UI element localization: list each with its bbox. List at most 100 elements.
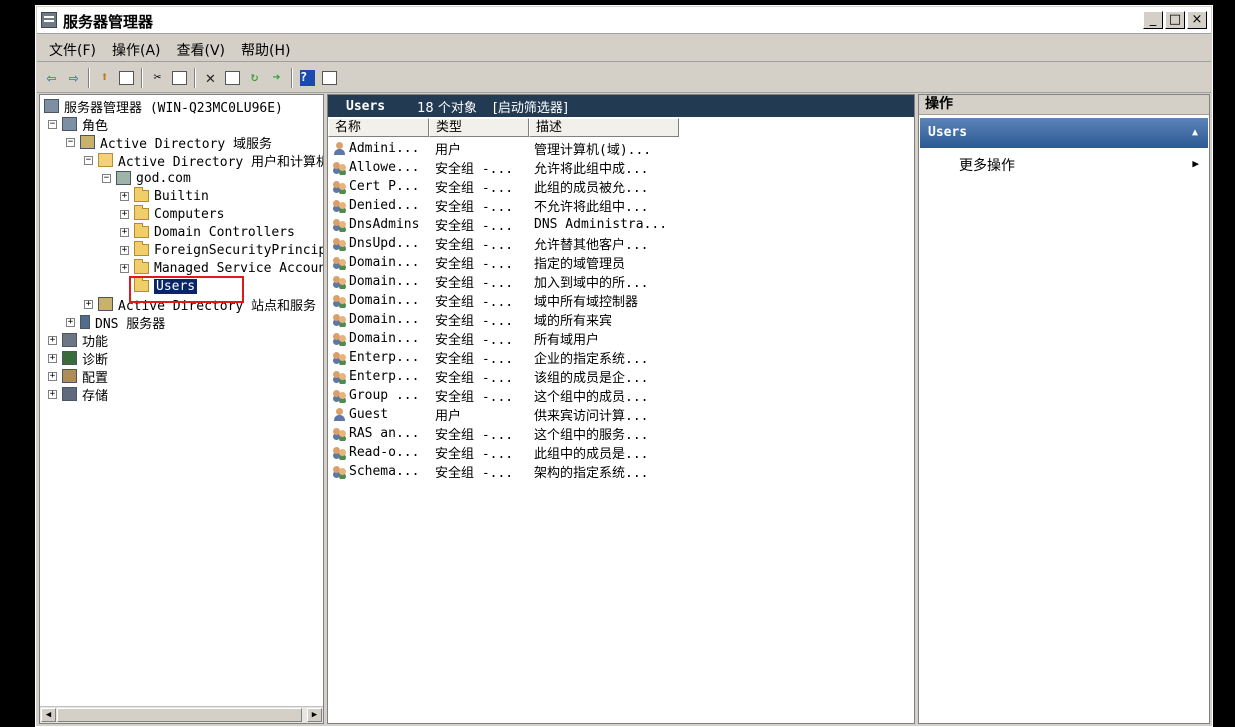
collapse-up-icon[interactable]: ▲ — [1192, 118, 1198, 148]
collapse-icon[interactable]: − — [66, 137, 75, 147]
delete-icon[interactable]: ✕ — [201, 68, 220, 87]
list-cell-name: Allowe... — [328, 160, 429, 175]
list-item[interactable]: Schema... 安全组 -... 架构的指定系统... — [328, 462, 679, 481]
close-button[interactable]: × — [1187, 11, 1207, 29]
console-tree-icon[interactable] — [320, 68, 339, 87]
collapse-icon[interactable]: − — [102, 173, 111, 183]
list-item-type: 安全组 -... — [435, 314, 514, 329]
expand-icon[interactable]: + — [84, 299, 93, 309]
menu-view[interactable]: 查看(V) — [171, 36, 232, 61]
list-item[interactable]: Enterp... 安全组 -... 该组的成员是企... — [328, 367, 679, 386]
list-item-name: RAS an... — [349, 426, 420, 441]
tree-item-dns[interactable]: + DNS 服务器 — [66, 313, 165, 332]
show-hide-tree-icon[interactable] — [117, 68, 136, 87]
column-name[interactable]: 名称 — [328, 118, 429, 137]
expand-icon[interactable]: + — [120, 191, 129, 201]
column-description[interactable]: 描述 — [529, 118, 679, 137]
help-icon[interactable]: ? — [298, 68, 317, 87]
toolbar-separator — [194, 67, 196, 88]
group-icon — [333, 180, 347, 193]
tree-item-foreign-security-principals[interactable]: + ForeignSecurityPrincipals — [120, 241, 323, 259]
list-item-name: Denied... — [349, 198, 420, 213]
expand-icon[interactable]: + — [120, 227, 129, 237]
results-header: Users 18 个对象 [启动筛选器] — [328, 95, 914, 117]
list-item[interactable]: DnsAdmins 安全组 -... DNS Administra... — [328, 215, 679, 234]
tree-item-adds[interactable]: − Active Directory 域服务 — [66, 133, 272, 152]
group-icon — [333, 237, 347, 250]
scroll-right-icon[interactable]: ▶ — [307, 708, 322, 722]
tree-item-domain[interactable]: − god.com — [102, 169, 191, 187]
folder-icon — [134, 259, 149, 274]
list-item-description: 这个组中的服务... — [534, 428, 649, 443]
expand-icon[interactable]: + — [48, 389, 57, 399]
list-item[interactable]: Enterp... 安全组 -... 企业的指定系统... — [328, 348, 679, 367]
scrollbar-thumb[interactable] — [57, 708, 302, 722]
export-icon[interactable]: ➔ — [267, 68, 286, 87]
list-item-type: 安全组 -... — [435, 447, 514, 462]
tree-item-storage[interactable]: + 存储 — [48, 385, 108, 404]
group-icon — [333, 275, 347, 288]
collapse-icon[interactable]: − — [84, 155, 93, 165]
tree-item-aduc[interactable]: − Active Directory 用户和计算机 — [84, 151, 323, 170]
list-item[interactable]: Group ... 安全组 -... 这个组中的成员... — [328, 386, 679, 405]
list-item[interactable]: Domain... 安全组 -... 加入到域中的所... — [328, 272, 679, 291]
actions-section-users[interactable]: Users ▲ — [920, 118, 1208, 148]
list-item[interactable]: RAS an... 安全组 -... 这个组中的服务... — [328, 424, 679, 443]
menu-file[interactable]: 文件(F) — [43, 36, 102, 61]
list-item[interactable]: DnsUpd... 安全组 -... 允许替其他客户... — [328, 234, 679, 253]
tree-item-builtin[interactable]: + Builtin — [120, 187, 209, 205]
expand-icon[interactable]: + — [48, 371, 57, 381]
back-icon[interactable]: ⇦ — [42, 68, 61, 87]
tree-item-computers[interactable]: + Computers — [120, 205, 224, 223]
properties-icon[interactable] — [223, 68, 242, 87]
list-item[interactable]: Domain... 安全组 -... 所有域用户 — [328, 329, 679, 348]
collapse-icon[interactable]: − — [48, 119, 57, 129]
up-icon[interactable]: ⬆ — [95, 68, 114, 87]
maximize-button[interactable]: □ — [1165, 11, 1185, 29]
scroll-left-icon[interactable]: ◀ — [41, 708, 56, 722]
tree-item-diagnostics[interactable]: + 诊断 — [48, 349, 108, 368]
column-type[interactable]: 类型 — [429, 118, 529, 137]
list-item-type: 安全组 -... — [435, 390, 514, 405]
tree-item-configuration[interactable]: + 配置 — [48, 367, 108, 386]
list-item[interactable]: Domain... 安全组 -... 指定的域管理员 — [328, 253, 679, 272]
horizontal-scrollbar[interactable]: ◀ ▶ — [40, 706, 323, 723]
forward-icon[interactable]: ⇨ — [64, 68, 83, 87]
expand-icon[interactable]: + — [120, 263, 129, 273]
list-item[interactable]: Cert P... 安全组 -... 此组的成员被允... — [328, 177, 679, 196]
list-item-type: 安全组 -... — [435, 219, 514, 234]
list-item-description: 域的所有来宾 — [534, 314, 613, 329]
console-tree[interactable]: 服务器管理器 (WIN-Q23MC0LU96E) − 角色 − Active D… — [39, 94, 324, 724]
minimize-button[interactable]: _ — [1143, 11, 1163, 29]
tree-item-roles[interactable]: − 角色 — [48, 115, 108, 134]
list-cell-name: Domain... — [328, 293, 429, 308]
expand-icon[interactable]: + — [48, 335, 57, 345]
list-item[interactable]: Domain... 安全组 -... 域中所有域控制器 — [328, 291, 679, 310]
tree-item-features[interactable]: + 功能 — [48, 331, 108, 350]
list-item[interactable]: Denied... 安全组 -... 不允许将此组中... — [328, 196, 679, 215]
expand-icon[interactable]: + — [120, 209, 129, 219]
menu-help[interactable]: 帮助(H) — [235, 36, 296, 61]
list-item[interactable]: Domain... 安全组 -... 域的所有来宾 — [328, 310, 679, 329]
tree-root[interactable]: 服务器管理器 (WIN-Q23MC0LU96E) — [44, 97, 283, 116]
paste-icon[interactable] — [170, 68, 189, 87]
list-item[interactable]: Guest 用户 供来宾访问计算... — [328, 405, 679, 424]
expand-icon[interactable]: + — [48, 353, 57, 363]
list-cell-name: Read-o... — [328, 445, 429, 460]
tree-item-domain-controllers[interactable]: + Domain Controllers — [120, 223, 295, 241]
menu-action[interactable]: 操作(A) — [106, 36, 167, 61]
roles-icon — [62, 117, 77, 131]
list-cell-name: Cert P... — [328, 179, 429, 194]
more-actions[interactable]: 更多操作 — [959, 155, 1015, 175]
list-item[interactable]: Allowe... 安全组 -... 允许将此组中成... — [328, 158, 679, 177]
filter-status[interactable]: [启动筛选器] — [493, 97, 568, 116]
list-item[interactable]: Read-o... 安全组 -... 此组中的成员是... — [328, 443, 679, 462]
expand-icon[interactable]: + — [120, 245, 129, 255]
refresh-icon[interactable]: ↻ — [245, 68, 264, 87]
tree-item-managed-service-accounts[interactable]: + Managed Service Accounts — [120, 259, 323, 277]
folder-icon — [134, 241, 149, 256]
cut-icon[interactable]: ✂ — [148, 68, 167, 87]
list-item[interactable]: Admini... 用户 管理计算机(域)... — [328, 139, 679, 158]
expand-icon[interactable]: + — [66, 317, 75, 327]
title-bar[interactable]: 服务器管理器 _ □ × — [37, 7, 1211, 34]
